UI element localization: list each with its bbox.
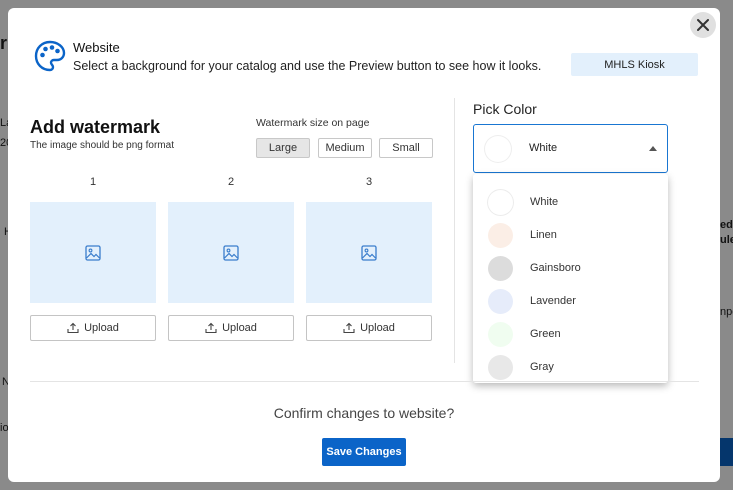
modal-subtitle: Select a background for your catalog and… — [73, 59, 542, 73]
watermark-slot-1[interactable] — [30, 202, 156, 303]
color-swatch — [488, 289, 513, 314]
color-option-label: Gainsboro — [530, 262, 581, 274]
color-option-label: White — [530, 196, 559, 208]
color-swatch — [488, 223, 513, 248]
slot-number: 1 — [89, 176, 97, 188]
image-placeholder-icon — [85, 244, 101, 261]
watermark-slot-3[interactable] — [306, 202, 432, 303]
upload-icon — [67, 322, 79, 334]
palette-icon — [34, 40, 66, 72]
modal-title: Website — [73, 40, 120, 55]
upload-button-2[interactable]: Upload — [168, 315, 294, 341]
vertical-divider — [454, 98, 455, 363]
watermark-title: Add watermark — [30, 117, 161, 137]
color-option-gray[interactable]: Gray — [473, 351, 668, 384]
image-placeholder-icon — [361, 244, 377, 261]
upload-label: Upload — [360, 322, 395, 334]
kiosk-button[interactable]: MHLS Kiosk — [571, 53, 698, 76]
slot-number: 3 — [365, 176, 373, 188]
color-dropdown: White Linen Gainsboro Lavender Green Gra… — [473, 174, 668, 383]
pick-color-label: Pick Color — [473, 101, 537, 117]
size-medium-button[interactable]: Medium — [318, 138, 372, 158]
size-small-button[interactable]: Small — [379, 138, 433, 158]
caret-up-icon — [649, 146, 657, 151]
color-option-label: Lavender — [530, 295, 576, 307]
color-option-green[interactable]: Green — [473, 318, 668, 351]
upload-button-1[interactable]: Upload — [30, 315, 156, 341]
size-large-button[interactable]: Large — [256, 138, 310, 158]
upload-button-3[interactable]: Upload — [306, 315, 432, 341]
close-button[interactable] — [690, 12, 716, 38]
watermark-slot-2[interactable] — [168, 202, 294, 303]
image-placeholder-icon — [223, 244, 239, 261]
watermark-size-label: Watermark size on page — [256, 117, 370, 129]
upload-icon — [205, 322, 217, 334]
selected-color-text: White — [529, 142, 558, 154]
upload-label: Upload — [84, 322, 119, 334]
color-swatch — [488, 355, 513, 380]
color-swatch — [488, 256, 513, 281]
upload-label: Upload — [222, 322, 257, 334]
color-option-label: Linen — [530, 229, 557, 241]
close-icon — [697, 19, 709, 31]
color-option-label: Green — [530, 328, 561, 340]
color-option-gainsboro[interactable]: Gainsboro — [473, 252, 668, 285]
color-option-label: Gray — [530, 361, 554, 373]
color-option-linen[interactable]: Linen — [473, 219, 668, 252]
color-select[interactable]: White — [473, 124, 668, 173]
selected-color-swatch — [485, 136, 511, 162]
color-swatch — [488, 322, 513, 347]
confirm-text: Confirm changes to website? — [273, 405, 455, 421]
website-settings-modal: Website Select a background for your cat… — [8, 8, 720, 482]
upload-icon — [343, 322, 355, 334]
color-option-lavender[interactable]: Lavender — [473, 285, 668, 318]
save-changes-button[interactable]: Save Changes — [322, 438, 406, 466]
color-swatch — [488, 190, 513, 215]
horizontal-divider — [30, 381, 699, 382]
slot-number: 2 — [227, 176, 235, 188]
watermark-subtitle: The image should be png format — [30, 140, 174, 151]
color-option-white[interactable]: White — [473, 186, 668, 219]
